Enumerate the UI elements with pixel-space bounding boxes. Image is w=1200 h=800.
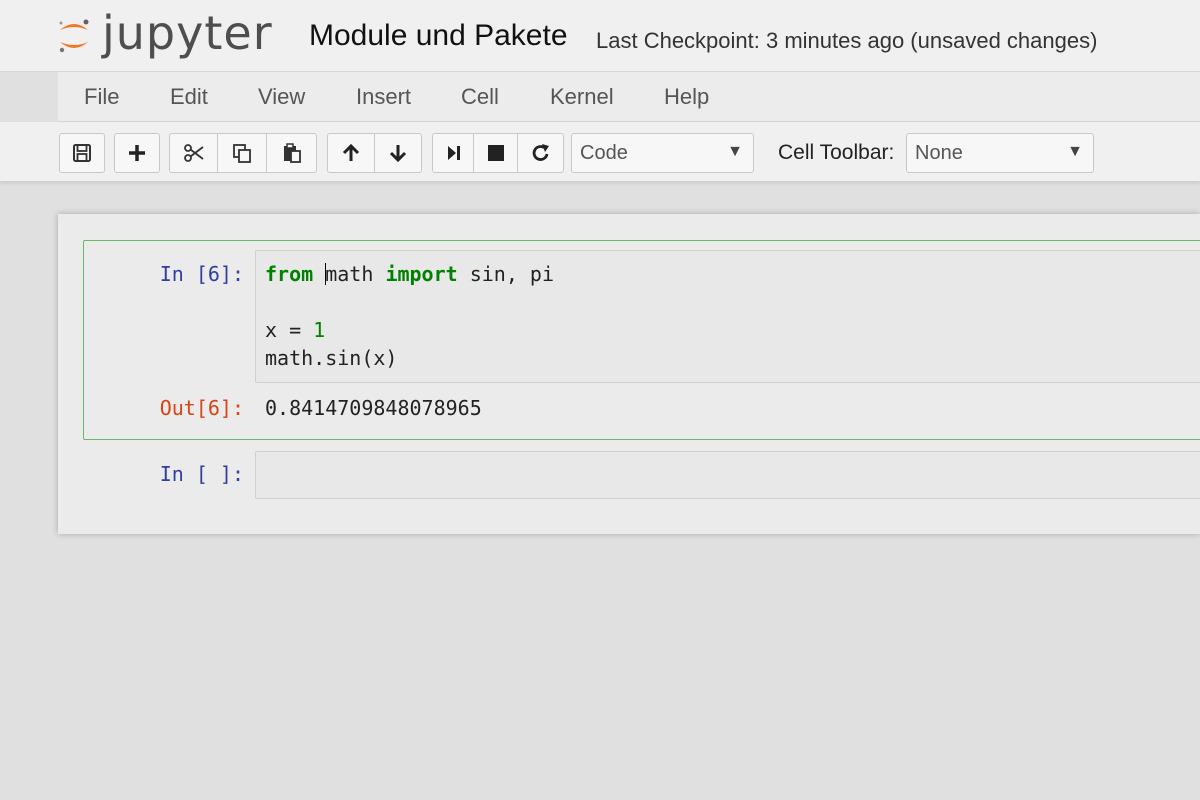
cell-toolbar-label: Cell Toolbar:	[778, 141, 895, 164]
stop-icon	[487, 145, 504, 161]
chevron-down-icon: ▼	[1067, 143, 1083, 160]
cell-type-value: Code	[580, 141, 628, 164]
copy-icon	[233, 144, 251, 163]
move-up-button[interactable]	[327, 133, 375, 173]
in-prompt-empty: In [ ]:	[159, 462, 244, 486]
code-line-3: x = 1	[265, 318, 325, 342]
notebook-title[interactable]: Module und Pakete	[309, 19, 568, 53]
menu-help[interactable]: Help	[664, 84, 709, 110]
code-line-1: from math import sin, pi	[265, 262, 554, 286]
move-down-button[interactable]	[374, 133, 422, 173]
chevron-down-icon: ▼	[727, 143, 743, 160]
menubar: File Edit View Insert Cell Kernel Help	[58, 72, 1200, 122]
run-button[interactable]	[432, 133, 474, 173]
save-button[interactable]	[59, 133, 105, 173]
import-names: sin, pi	[457, 262, 555, 286]
in-prompt: In [6]:	[159, 262, 244, 286]
jupyter-logo-text: jupyter	[102, 6, 273, 60]
cell-output: 0.8414709848078965	[265, 396, 482, 420]
restart-icon	[532, 144, 549, 161]
jupyter-logo[interactable]: jupyter	[56, 10, 286, 62]
empty-code-input[interactable]	[255, 451, 1200, 499]
run-icon	[448, 146, 460, 160]
paste-button[interactable]	[266, 133, 317, 173]
plus-icon	[129, 145, 145, 161]
code-line-4: math.sin(x)	[265, 346, 398, 370]
insert-cell-button[interactable]	[114, 133, 160, 173]
keyword-from: from	[265, 262, 314, 286]
cell-type-select[interactable]: Code ▼	[571, 133, 754, 173]
header: jupyter Module und Pakete Last Checkpoin…	[0, 0, 1200, 72]
menu-file[interactable]: File	[84, 84, 119, 110]
menu-insert[interactable]: Insert	[356, 84, 411, 110]
checkpoint-status: Last Checkpoint: 3 minutes ago (unsaved …	[596, 28, 1098, 53]
interrupt-button[interactable]	[473, 133, 518, 173]
menu-view[interactable]: View	[258, 84, 305, 110]
menu-kernel[interactable]: Kernel	[550, 84, 614, 110]
number-literal: 1	[313, 318, 326, 342]
jupyter-logo-icon	[59, 19, 89, 53]
arrow-down-icon	[389, 145, 407, 163]
out-prompt: Out[6]:	[159, 396, 244, 420]
cell-toolbar-value: None	[915, 141, 963, 164]
arrow-up-icon	[342, 143, 360, 161]
restart-button[interactable]	[517, 133, 564, 173]
cell-toolbar-select[interactable]: None ▼	[906, 133, 1094, 173]
assignment: x =	[265, 318, 314, 342]
save-icon	[73, 144, 91, 162]
cut-button[interactable]	[169, 133, 218, 173]
menu-cell[interactable]: Cell	[461, 84, 499, 110]
paste-icon	[283, 143, 301, 163]
copy-button[interactable]	[217, 133, 267, 173]
keyword-import: import	[385, 262, 458, 286]
menu-edit[interactable]: Edit	[170, 84, 208, 110]
cut-icon	[183, 144, 204, 162]
module-name: math	[325, 262, 374, 286]
